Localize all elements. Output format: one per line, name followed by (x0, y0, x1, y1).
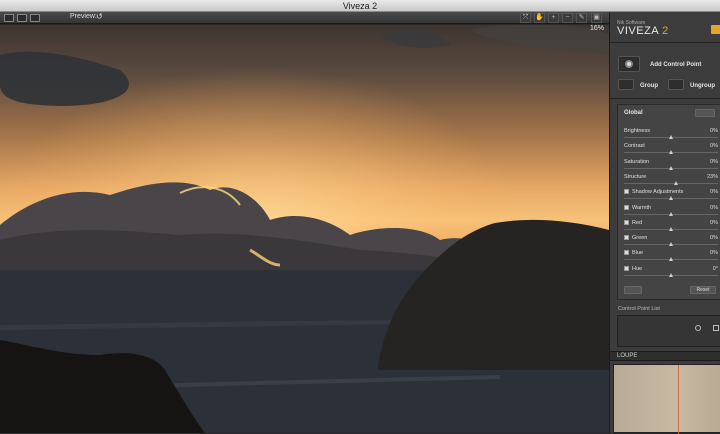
slider-label: Brightness (624, 128, 650, 134)
right-panel: Nik Software VIVEZA 2 Add Control Point … (609, 12, 720, 434)
zoom-level: 16% (590, 25, 605, 32)
slider-thumb[interactable] (668, 196, 673, 201)
enable-checkbox[interactable] (624, 204, 629, 210)
slider-label: Hue (632, 265, 643, 272)
ungroup-icon[interactable] (668, 79, 684, 90)
enable-checkbox[interactable] (624, 265, 629, 271)
slider-value: 0% (710, 189, 718, 196)
preview-toggle-icon[interactable]: ↺ (96, 12, 103, 21)
add-control-point-label: Add Control Point (650, 62, 702, 68)
slider-track[interactable] (624, 182, 718, 184)
enable-checkbox[interactable] (624, 219, 629, 225)
global-title: Global (624, 110, 643, 116)
control-point-icon (625, 60, 633, 68)
slider-value: 23% (706, 173, 718, 180)
split-view-button[interactable] (17, 14, 27, 22)
brand-logo: VIVEZA 2 (617, 25, 669, 37)
sunset-photo (0, 25, 609, 433)
slider-thumb[interactable] (674, 180, 679, 185)
loupe-title: LOUPE (617, 353, 638, 359)
toolbar: Preview: ↺ ⤧ ✋ + − ✎ ▣ (0, 12, 609, 24)
global-menu-button[interactable] (695, 109, 715, 117)
zoom-out-icon[interactable]: − (562, 13, 573, 23)
settings-button[interactable] (624, 286, 642, 294)
slider-row: Blue 0% (624, 250, 720, 265)
divider (610, 98, 720, 99)
slider-row: Green 0% (624, 235, 720, 250)
slider-row: Hue 0° (624, 265, 720, 281)
loupe-header[interactable]: LOUPE (610, 351, 720, 361)
save-icon[interactable]: ▣ (591, 13, 602, 23)
hand-tool-icon[interactable]: ⤧ (520, 13, 531, 23)
slider-row: Red 0% (624, 219, 720, 235)
brand-version: 2 (662, 25, 669, 37)
slider-value: 0% (710, 219, 718, 226)
slider-label: Structure (624, 173, 647, 180)
delete-icon[interactable] (713, 325, 719, 331)
reset-button[interactable]: Reset (690, 286, 716, 294)
control-point-list[interactable] (617, 315, 720, 347)
preview-label: Preview: (70, 13, 97, 20)
slider-value: 0° (712, 265, 718, 272)
enable-checkbox[interactable] (624, 189, 629, 195)
slider-thumb[interactable] (668, 226, 673, 231)
slider-thumb[interactable] (668, 165, 673, 170)
slider-label: Saturation (624, 158, 650, 165)
slider-thumb[interactable] (668, 272, 673, 277)
slider-label: Shadow Adjustments (632, 189, 684, 196)
slider-row: Warmth 0% (624, 204, 720, 220)
slider-label: Green (632, 235, 648, 242)
slider-label: Red (632, 219, 643, 226)
slider-row: Contrast 0% (624, 143, 720, 158)
slider-thumb[interactable] (668, 211, 673, 216)
eyedropper-icon[interactable]: ✎ (576, 13, 587, 23)
slider-row: Brightness 0% (624, 128, 720, 143)
slider-value: 0% (710, 204, 718, 211)
visibility-icon[interactable] (695, 325, 701, 331)
slider-value: 0% (710, 250, 718, 257)
loupe-crosshair (678, 365, 679, 434)
slider-thumb[interactable] (668, 135, 673, 139)
image-canvas[interactable]: 16% (0, 25, 609, 433)
enable-checkbox[interactable] (624, 250, 629, 256)
window-title: Viveza 2 (342, 1, 378, 11)
side-by-side-button[interactable] (30, 14, 40, 22)
slider-value: 0% (710, 158, 718, 165)
slider-value: 0% (710, 235, 718, 242)
slider-row: Shadow Adjustments 0% (624, 189, 720, 204)
slider-value: 0% (710, 143, 718, 150)
slider-row: Saturation 0% (624, 159, 720, 174)
ungroup-button[interactable]: Ungroup (690, 83, 715, 89)
brand-name: VIVEZA (617, 25, 659, 37)
slider-thumb[interactable] (668, 150, 673, 155)
help-badge[interactable] (711, 25, 720, 34)
window-titlebar: Viveza 2 (0, 0, 720, 12)
enable-checkbox[interactable] (624, 235, 629, 241)
slider-value: 0% (710, 128, 718, 134)
group-icon[interactable] (618, 79, 634, 90)
single-view-button[interactable] (4, 14, 14, 22)
slider-label: Warmth (632, 204, 652, 211)
control-point-list-title: Control Point List (618, 306, 660, 312)
group-button[interactable]: Group (640, 83, 658, 89)
add-control-point-button[interactable] (618, 56, 640, 72)
pan-icon[interactable]: ✋ (534, 13, 545, 23)
slider-row: Structure 23% (624, 174, 720, 189)
slider-thumb[interactable] (668, 242, 673, 247)
zoom-in-icon[interactable]: + (548, 13, 559, 23)
divider (610, 42, 720, 43)
slider-label: Contrast (624, 143, 645, 150)
slider-label: Blue (632, 250, 644, 257)
loupe-view (613, 364, 720, 434)
slider-thumb[interactable] (668, 257, 673, 262)
